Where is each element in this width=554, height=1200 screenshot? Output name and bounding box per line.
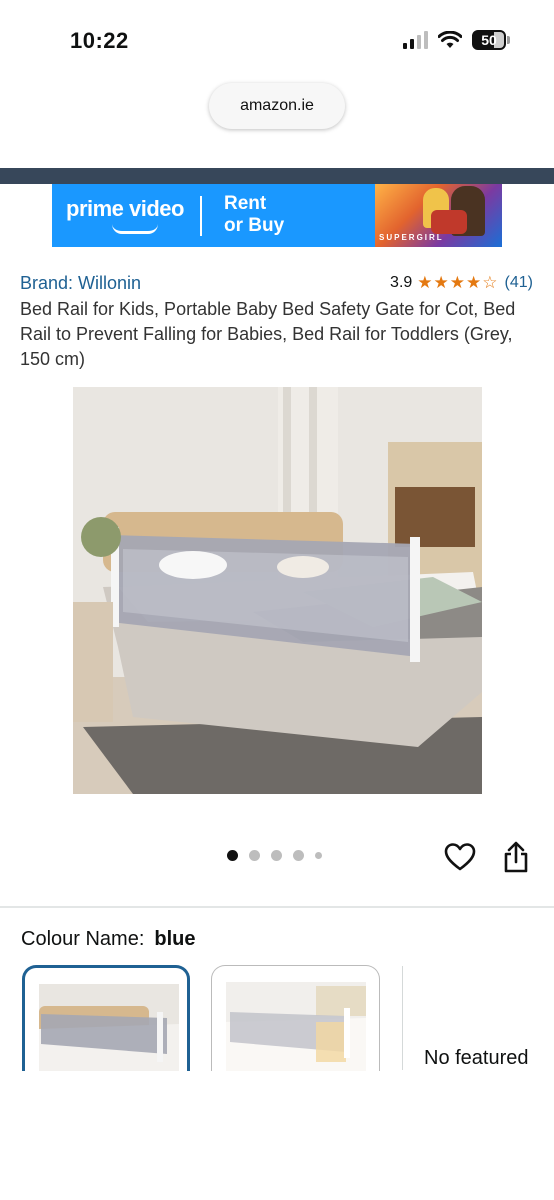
battery-icon: 50 bbox=[472, 30, 510, 50]
colour-swatch-blue[interactable] bbox=[22, 965, 190, 1071]
share-button[interactable] bbox=[501, 840, 531, 874]
star-full-icon: ★ bbox=[433, 273, 449, 292]
carousel-dot[interactable] bbox=[271, 850, 282, 861]
prime-video-logo: prime video bbox=[66, 196, 184, 221]
banner-divider bbox=[200, 196, 202, 236]
carousel-dot[interactable] bbox=[249, 850, 260, 861]
status-icons: 50 bbox=[403, 30, 510, 50]
star-empty-icon: ☆ bbox=[482, 273, 498, 292]
amazon-smile-icon bbox=[112, 224, 158, 234]
colour-value: blue bbox=[154, 928, 196, 950]
carousel-dot[interactable] bbox=[315, 852, 322, 859]
colour-label: Colour Name: bbox=[21, 928, 145, 950]
or-buy-label: or Buy bbox=[224, 215, 285, 236]
star-full-icon: ★ bbox=[466, 273, 482, 292]
banner-artwork: SUPERGIRL bbox=[375, 184, 502, 247]
colour-swatch-grey[interactable] bbox=[211, 965, 380, 1071]
prime-video-banner[interactable]: prime video Rent or Buy SUPERGIRL bbox=[52, 184, 502, 247]
star-rating: ★ ★ ★ ★ ☆ bbox=[417, 273, 497, 293]
rating-summary[interactable]: 3.9 ★ ★ ★ ★ ☆ (41) bbox=[390, 273, 533, 293]
section-divider bbox=[0, 906, 554, 908]
star-full-icon: ★ bbox=[449, 273, 466, 292]
wishlist-button[interactable] bbox=[443, 840, 477, 874]
heart-icon bbox=[444, 843, 476, 871]
cellular-signal-icon bbox=[403, 31, 428, 49]
status-bar: 10:22 50 bbox=[0, 0, 554, 80]
colour-name-row: Colour Name: blue bbox=[21, 928, 196, 951]
no-featured-offers-text: No featured bbox=[424, 1047, 529, 1069]
share-icon bbox=[504, 841, 528, 873]
carousel-dot[interactable] bbox=[227, 850, 238, 861]
wifi-icon bbox=[438, 31, 462, 48]
page-bottom-blank bbox=[0, 1071, 554, 1200]
battery-level: 50 bbox=[481, 32, 497, 48]
header-band bbox=[0, 168, 554, 184]
review-count-link[interactable]: (41) bbox=[505, 274, 533, 292]
rating-value: 3.9 bbox=[390, 274, 413, 291]
swatch-image bbox=[39, 984, 179, 1071]
banner-art-label: SUPERGIRL bbox=[379, 233, 444, 242]
star-full-icon: ★ bbox=[417, 273, 433, 292]
rent-or-buy-text: Rent or Buy bbox=[224, 193, 284, 237]
product-image[interactable] bbox=[73, 387, 482, 794]
swatch-image bbox=[226, 982, 366, 1071]
swatch-separator bbox=[402, 966, 403, 1070]
carousel-dot[interactable] bbox=[293, 850, 304, 861]
status-time: 10:22 bbox=[70, 28, 129, 53]
rent-label: Rent bbox=[224, 193, 267, 214]
product-title: Bed Rail for Kids, Portable Baby Bed Saf… bbox=[20, 299, 516, 369]
url-bar[interactable]: amazon.ie bbox=[209, 83, 345, 129]
brand-link[interactable]: Brand: Willonin bbox=[20, 273, 141, 294]
carousel-dots[interactable] bbox=[227, 850, 322, 861]
